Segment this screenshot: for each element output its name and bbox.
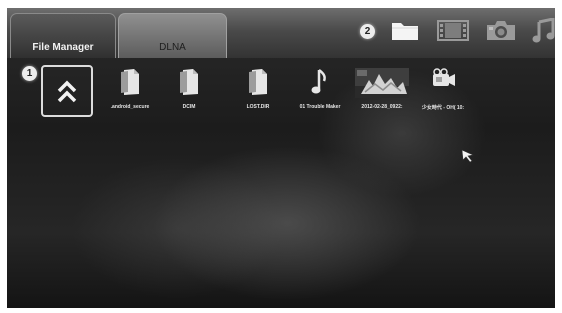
file-manager-screen: File Manager DLNA 2 1 .android_secure DC… <box>7 8 555 308</box>
item-label: .android_secure <box>110 104 150 110</box>
item-label: LOST.DIR <box>246 104 270 110</box>
callout-badge-1: 1 <box>22 66 37 81</box>
video-camera-icon <box>414 68 472 100</box>
file-icon <box>101 68 159 100</box>
film-icon[interactable] <box>437 18 469 47</box>
item-label: 01 Trouble Maker <box>299 104 341 110</box>
photo-thumbnail <box>353 68 411 100</box>
list-item-trouble-maker[interactable]: 01 Trouble Maker <box>291 66 349 122</box>
tab-file-manager[interactable]: File Manager <box>10 13 116 58</box>
tab-file-manager-label: File Manager <box>32 42 94 53</box>
tab-dlna[interactable]: DLNA <box>118 13 227 58</box>
double-chevron-up-icon <box>57 80 77 103</box>
mouse-cursor-icon <box>461 149 475 168</box>
list-item-video[interactable]: 少女時代 - OH( 10: <box>414 66 472 122</box>
list-item-lost-dir[interactable]: LOST.DIR <box>229 66 287 122</box>
item-label: 2012-02-28_0922: <box>361 104 403 110</box>
camera-icon[interactable] <box>485 18 517 47</box>
music-note-icon[interactable] <box>532 17 555 49</box>
item-label: 少女時代 - OH( 10: <box>421 105 465 111</box>
list-item-android-secure[interactable]: .android_secure <box>101 66 159 122</box>
parent-folder-button[interactable] <box>41 65 93 117</box>
screen: File Manager DLNA 2 1 .android_secure DC… <box>0 0 562 313</box>
item-label: DCIM <box>182 104 196 110</box>
file-icon <box>229 68 287 100</box>
list-item-photo[interactable]: 2012-02-28_0922: <box>353 66 411 122</box>
file-icon <box>160 68 218 100</box>
music-note-icon <box>291 68 349 100</box>
list-item-dcim[interactable]: DCIM <box>160 66 218 122</box>
top-bar: File Manager DLNA 2 <box>7 8 555 58</box>
tab-dlna-label: DLNA <box>159 42 186 53</box>
folder-icon[interactable] <box>390 18 420 47</box>
callout-badge-2: 2 <box>360 24 375 39</box>
